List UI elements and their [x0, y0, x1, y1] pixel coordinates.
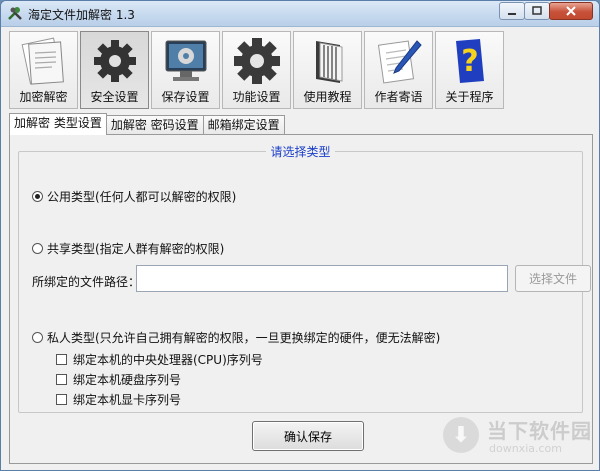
- toolbar-label: 功能设置: [232, 90, 281, 104]
- app-tools-icon: [8, 7, 22, 20]
- toolbar-label: 作者寄语: [374, 90, 423, 104]
- maximize-icon: [532, 6, 542, 15]
- option-private[interactable]: 私人类型(只允许自己拥有解密的权限，一旦更换绑定的硬件，便无法解密): [32, 329, 440, 346]
- toolbar-label: 使用教程: [303, 90, 352, 104]
- maximize-button[interactable]: [524, 2, 550, 20]
- minimize-icon: [508, 13, 516, 15]
- file-path-label: 所绑定的文件路径：: [32, 275, 141, 289]
- toolbar-tutorial[interactable]: 使用教程: [293, 31, 362, 109]
- option-private-label: 私人类型(只允许自己拥有解密的权限，一旦更换绑定的硬件，便无法解密): [47, 331, 441, 345]
- window-title: 海定文件加解密 1.3: [28, 8, 135, 22]
- tab-panel: 请选择类型 公用类型(任何人都可以解密的权限) 共享类型(指定人群有解密的权限)…: [9, 134, 593, 464]
- radio-private[interactable]: [32, 332, 43, 343]
- tab-type-settings[interactable]: 加解密 类型设置: [9, 113, 107, 135]
- checkbox-gpu[interactable]: [56, 394, 67, 405]
- minimize-button[interactable]: [499, 2, 525, 20]
- tab-password-settings[interactable]: 加解密 密码设置: [105, 115, 204, 135]
- checkbox-cpu[interactable]: [56, 354, 67, 365]
- window-controls: [499, 2, 593, 20]
- toolbar-feature-settings[interactable]: 功能设置: [222, 31, 291, 109]
- gear-icon: [93, 40, 136, 82]
- close-icon: [566, 6, 576, 16]
- checkbox-disk-label: 绑定本机硬盘序列号: [73, 373, 182, 387]
- tab-email-binding[interactable]: 邮箱绑定设置: [202, 115, 285, 135]
- radio-shared[interactable]: [32, 243, 43, 254]
- toolbar-encrypt-decrypt[interactable]: 加密解密: [9, 31, 78, 109]
- pen-paper-icon: [377, 40, 422, 84]
- title-bar: 海定文件加解密 1.3: [1, 1, 599, 27]
- checkbox-cpu-label: 绑定本机的中央处理器(CPU)序列号: [73, 353, 263, 367]
- option-public-label: 公用类型(任何人都可以解密的权限): [47, 190, 237, 204]
- group-title: 请选择类型: [266, 145, 335, 159]
- book-icon: [315, 41, 342, 83]
- type-group: 请选择类型 公用类型(任何人都可以解密的权限) 共享类型(指定人群有解密的权限)…: [18, 145, 591, 413]
- large-gear-icon: [233, 38, 280, 84]
- close-button[interactable]: [549, 2, 593, 20]
- option-public[interactable]: 公用类型(任何人都可以解密的权限): [32, 188, 236, 205]
- select-file-button[interactable]: 选择文件: [515, 265, 591, 292]
- option-shared[interactable]: 共享类型(指定人群有解密的权限): [32, 240, 224, 257]
- main-toolbar: 加密解密 安全设置 保存设置 功能设置 使用教程 作者寄语 ? 关于程序: [9, 31, 506, 109]
- app-window: 海定文件加解密 1.3 加密解密 安全设置 保存设置 功能设置 使用教程 作者寄…: [0, 0, 600, 471]
- toolbar-security-settings[interactable]: 安全设置: [80, 31, 149, 109]
- monitor-gear-icon: [165, 40, 206, 81]
- toolbar-about[interactable]: ? 关于程序: [435, 31, 504, 109]
- radio-public[interactable]: [32, 191, 43, 202]
- confirm-save-button[interactable]: 确认保存: [252, 421, 364, 451]
- toolbar-author-notes[interactable]: 作者寄语: [364, 31, 433, 109]
- file-path-input[interactable]: [136, 265, 508, 292]
- toolbar-label: 保存设置: [161, 90, 210, 104]
- checkbox-disk[interactable]: [56, 374, 67, 385]
- toolbar-label: 关于程序: [445, 90, 494, 104]
- toolbar-save-settings[interactable]: 保存设置: [151, 31, 220, 109]
- question-icon: ?: [455, 39, 484, 83]
- svg-text:?: ?: [461, 44, 478, 79]
- checkbox-disk-row[interactable]: 绑定本机硬盘序列号: [56, 371, 181, 388]
- toolbar-label: 安全设置: [90, 90, 139, 104]
- checkbox-cpu-row[interactable]: 绑定本机的中央处理器(CPU)序列号: [56, 351, 263, 368]
- option-shared-label: 共享类型(指定人群有解密的权限): [47, 242, 225, 256]
- checkbox-gpu-label: 绑定本机显卡序列号: [73, 393, 182, 407]
- checkbox-gpu-row[interactable]: 绑定本机显卡序列号: [56, 391, 181, 408]
- toolbar-label: 加密解密: [19, 90, 68, 104]
- settings-tabs: 加解密 类型设置 加解密 密码设置 邮箱绑定设置: [9, 113, 285, 135]
- document-icon: [21, 37, 64, 85]
